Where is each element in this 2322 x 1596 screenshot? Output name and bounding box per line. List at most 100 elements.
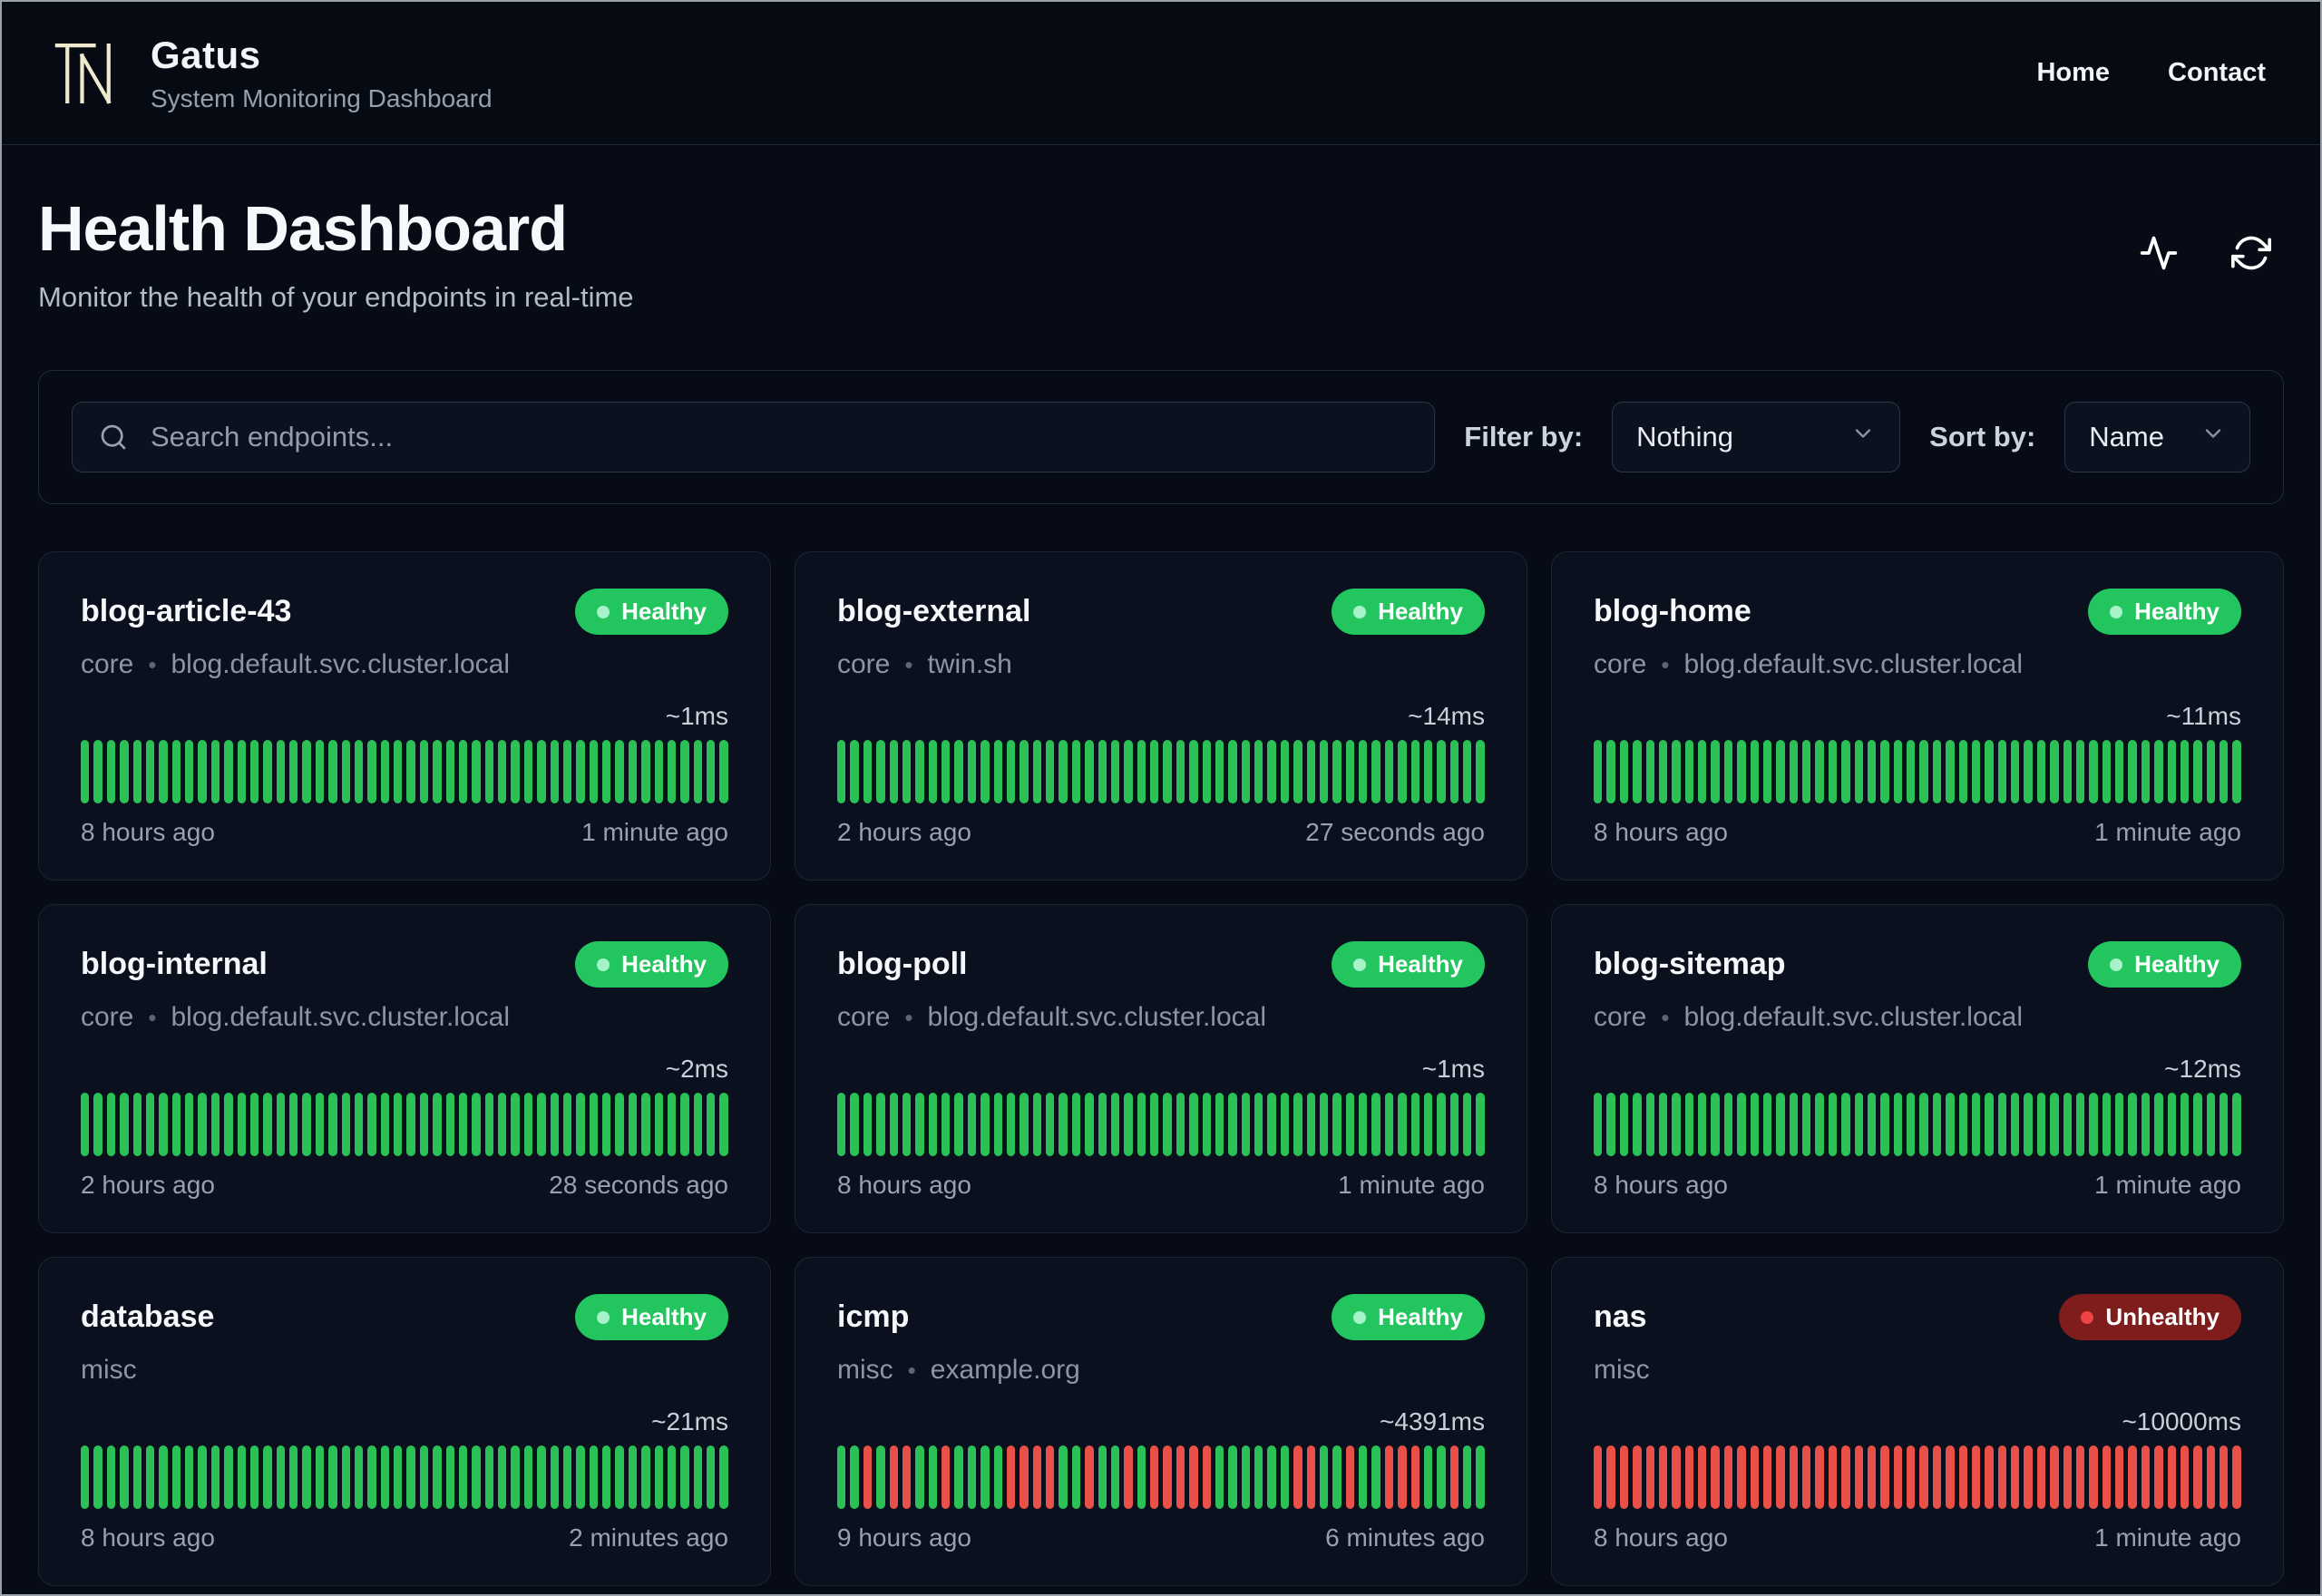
bar-success: [1202, 1093, 1211, 1156]
brand-subtitle: System Monitoring Dashboard: [151, 83, 493, 112]
bar-failure: [1880, 1445, 1889, 1509]
bar-failure: [1907, 1445, 1916, 1509]
bar-failure: [1150, 1445, 1159, 1509]
latency-value: ~11ms: [2166, 702, 2241, 730]
bar-success: [1332, 740, 1341, 803]
bar-success: [1124, 740, 1133, 803]
time-end: 1 minute ago: [581, 818, 728, 846]
endpoint-card[interactable]: blog-home Healthy core • blog.default.sv…: [1551, 551, 2284, 881]
bar-failure: [1658, 1445, 1668, 1509]
bar-success: [1046, 740, 1055, 803]
bar-success: [1293, 1093, 1302, 1156]
status-badge: Unhealthy: [2059, 1294, 2241, 1340]
bar-failure: [2167, 1445, 2176, 1509]
bar-failure: [1645, 1445, 1654, 1509]
bar-success: [458, 1093, 468, 1156]
card-top: blog-home Healthy: [1594, 589, 2241, 635]
endpoint-card[interactable]: icmp Healthy misc • example.org ~4391ms …: [795, 1257, 1527, 1586]
bar-success: [276, 1445, 285, 1509]
uptime-bars: [81, 740, 728, 803]
bar-failure: [2180, 1445, 2190, 1509]
card-top: database Healthy: [81, 1294, 728, 1340]
bar-success: [354, 740, 364, 803]
endpoint-name: nas: [1594, 1299, 1647, 1334]
endpoint-meta: core • blog.default.svc.cluster.local: [1594, 1002, 2241, 1033]
endpoint-card[interactable]: nas Unhealthy misc • ~10000ms 8 hours ag…: [1551, 1257, 2284, 1586]
bar-success: [380, 1445, 389, 1509]
bar-success: [1085, 740, 1094, 803]
status-dot-icon: [1353, 605, 1367, 618]
status-dot-icon: [2110, 605, 2123, 618]
time-start: 9 hours ago: [837, 1523, 971, 1552]
bar-success: [1306, 1093, 1315, 1156]
nav-home[interactable]: Home: [2036, 58, 2110, 88]
bar-success: [1854, 740, 1863, 803]
bar-success: [237, 740, 246, 803]
time-end: 27 seconds ago: [1305, 818, 1485, 846]
bar-failure: [2050, 1445, 2059, 1509]
sort-select[interactable]: Name: [2064, 402, 2250, 472]
endpoint-card[interactable]: blog-poll Healthy core • blog.default.sv…: [795, 904, 1527, 1233]
bar-success: [719, 1093, 728, 1156]
bar-failure: [1815, 1445, 1824, 1509]
search-input[interactable]: [72, 402, 1436, 472]
bar-failure: [2036, 1445, 2046, 1509]
brand[interactable]: Gatus System Monitoring Dashboard: [53, 34, 493, 113]
nav-contact[interactable]: Contact: [2168, 58, 2266, 88]
bar-success: [406, 740, 415, 803]
chevron-down-icon: [1850, 421, 1876, 453]
endpoint-card[interactable]: database Healthy misc • ~21ms 8 hours ag…: [38, 1257, 771, 1586]
bar-success: [1202, 740, 1211, 803]
bar-success: [981, 1445, 990, 1509]
bar-success: [1006, 740, 1016, 803]
endpoint-card[interactable]: blog-external Healthy core • twin.sh ~14…: [795, 551, 1527, 881]
bar-success: [120, 1445, 129, 1509]
bar-success: [276, 740, 285, 803]
bar-success: [458, 740, 468, 803]
bar-success: [1398, 1093, 1407, 1156]
uptime-bars: [1594, 1093, 2241, 1156]
bar-success: [1606, 740, 1615, 803]
bar-success: [2075, 1093, 2085, 1156]
app: Gatus System Monitoring Dashboard Home C…: [0, 0, 2322, 1596]
bar-success: [641, 1445, 650, 1509]
bar-success: [2220, 740, 2229, 803]
endpoint-group: core: [837, 649, 891, 679]
bar-success: [928, 1093, 937, 1156]
bar-success: [2050, 740, 2059, 803]
bar-success: [1907, 1093, 1916, 1156]
bar-success: [850, 1445, 859, 1509]
bar-success: [1020, 740, 1029, 803]
bar-success: [628, 1093, 638, 1156]
bar-success: [537, 1445, 546, 1509]
bar-success: [1059, 1093, 1068, 1156]
bar-success: [2115, 1093, 2124, 1156]
activity-icon: [2140, 236, 2178, 270]
endpoint-group: misc: [1594, 1355, 1650, 1385]
bar-success: [523, 1445, 533, 1509]
bar-success: [2220, 1093, 2229, 1156]
endpoint-card[interactable]: blog-article-43 Healthy core • blog.defa…: [38, 551, 771, 881]
bar-success: [1737, 740, 1746, 803]
bar-success: [1476, 1445, 1485, 1509]
bar-success: [445, 1445, 454, 1509]
bar-success: [1189, 740, 1198, 803]
bar-failure: [1202, 1445, 1211, 1509]
endpoint-card[interactable]: blog-sitemap Healthy core • blog.default…: [1551, 904, 2284, 1233]
activity-icon-button[interactable]: [2139, 233, 2179, 273]
bar-success: [1163, 740, 1172, 803]
endpoint-name: blog-sitemap: [1594, 947, 1786, 981]
bar-success: [562, 1093, 572, 1156]
status-label: Healthy: [2134, 950, 2220, 978]
refresh-icon-button[interactable]: [2231, 233, 2271, 273]
filter-select[interactable]: Nothing: [1612, 402, 1901, 472]
bar-success: [667, 740, 677, 803]
bar-success: [406, 1093, 415, 1156]
endpoint-card[interactable]: blog-internal Healthy core • blog.defaul…: [38, 904, 771, 1233]
bar-success: [602, 1093, 611, 1156]
bar-success: [654, 1445, 663, 1509]
bar-failure: [1124, 1445, 1133, 1509]
bar-success: [433, 1445, 442, 1509]
bar-success: [2115, 740, 2124, 803]
bar-success: [328, 740, 337, 803]
